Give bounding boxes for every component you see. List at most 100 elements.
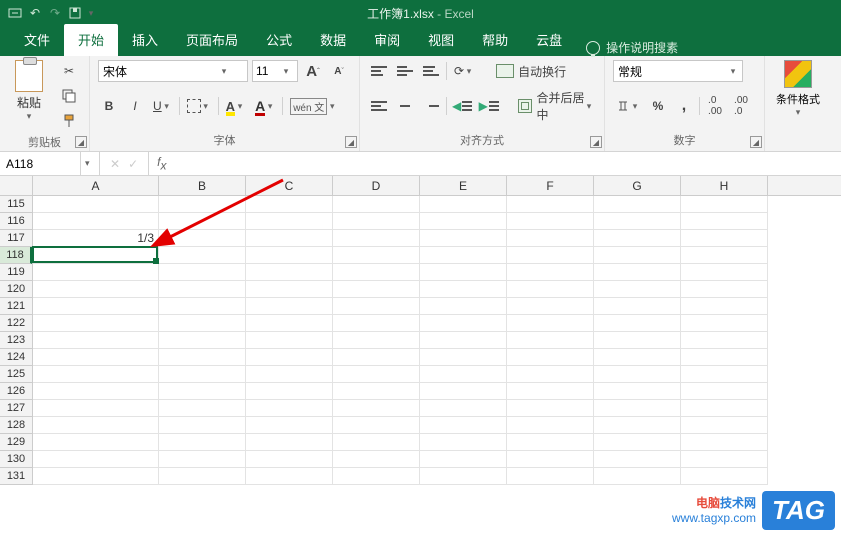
cell[interactable] <box>507 451 594 468</box>
cell[interactable] <box>333 417 420 434</box>
fill-color-button[interactable]: A▾ <box>223 95 248 117</box>
row-header[interactable]: 118 <box>0 247 32 264</box>
merge-center-button[interactable]: 合并后居中▾ <box>515 95 596 117</box>
save-icon[interactable] <box>66 4 84 22</box>
cell[interactable] <box>246 196 333 213</box>
cell[interactable] <box>159 281 246 298</box>
col-header-C[interactable]: C <box>246 176 333 195</box>
formula-input[interactable] <box>174 152 841 175</box>
decrease-indent-button[interactable]: ◀ <box>451 95 474 117</box>
percent-button[interactable]: % <box>647 95 669 117</box>
cell[interactable] <box>420 264 507 281</box>
cell[interactable] <box>333 298 420 315</box>
cell[interactable] <box>507 230 594 247</box>
grow-font-button[interactable]: Aˆ <box>302 60 324 82</box>
format-painter-button[interactable] <box>58 110 80 132</box>
cell[interactable] <box>246 468 333 485</box>
col-header-D[interactable]: D <box>333 176 420 195</box>
cell[interactable] <box>33 349 159 366</box>
cell[interactable] <box>420 281 507 298</box>
tab-page-layout[interactable]: 页面布局 <box>172 24 252 56</box>
cell[interactable] <box>159 383 246 400</box>
cell[interactable] <box>420 213 507 230</box>
cell[interactable] <box>159 332 246 349</box>
bold-button[interactable]: B <box>98 95 120 117</box>
cell[interactable] <box>333 434 420 451</box>
dialog-launcher-icon[interactable]: ◢ <box>345 136 357 148</box>
cell[interactable] <box>507 417 594 434</box>
chevron-down-icon[interactable]: ▾ <box>281 66 291 77</box>
cell[interactable] <box>681 468 768 485</box>
cell[interactable] <box>594 366 681 383</box>
cell[interactable] <box>246 315 333 332</box>
cell[interactable] <box>159 315 246 332</box>
cell[interactable] <box>594 213 681 230</box>
row-header[interactable]: 123 <box>0 332 32 349</box>
cell[interactable] <box>33 264 159 281</box>
fx-icon[interactable]: fx <box>149 155 174 172</box>
borders-button[interactable]: ▾ <box>184 95 214 117</box>
cell[interactable] <box>33 434 159 451</box>
cell[interactable] <box>594 315 681 332</box>
cell[interactable] <box>33 366 159 383</box>
align-left-button[interactable] <box>368 95 390 117</box>
cell[interactable] <box>594 417 681 434</box>
cell[interactable] <box>159 264 246 281</box>
cell[interactable] <box>246 417 333 434</box>
cell[interactable] <box>159 230 246 247</box>
cell[interactable] <box>594 400 681 417</box>
cell[interactable] <box>246 298 333 315</box>
cell[interactable] <box>420 417 507 434</box>
font-color-button[interactable]: A▾ <box>252 95 278 117</box>
cell[interactable] <box>33 332 159 349</box>
cell[interactable] <box>246 247 333 264</box>
cell[interactable] <box>594 247 681 264</box>
cell[interactable] <box>159 366 246 383</box>
cell[interactable] <box>507 298 594 315</box>
cell[interactable] <box>159 468 246 485</box>
row-header[interactable]: 125 <box>0 366 32 383</box>
col-header-A[interactable]: A <box>33 176 159 195</box>
cell[interactable] <box>333 468 420 485</box>
cell[interactable] <box>594 468 681 485</box>
underline-button[interactable]: U▾ <box>150 95 175 117</box>
tab-data[interactable]: 数据 <box>306 24 360 56</box>
align-bottom-button[interactable] <box>420 60 442 82</box>
tab-view[interactable]: 视图 <box>414 24 468 56</box>
cell[interactable] <box>420 383 507 400</box>
row-header[interactable]: 131 <box>0 468 32 485</box>
cell[interactable] <box>159 417 246 434</box>
cell[interactable] <box>681 400 768 417</box>
cell[interactable] <box>681 349 768 366</box>
tab-help[interactable]: 帮助 <box>468 24 522 56</box>
cell[interactable] <box>333 281 420 298</box>
cell[interactable] <box>507 468 594 485</box>
cell[interactable] <box>33 247 159 264</box>
cell[interactable] <box>681 230 768 247</box>
cell[interactable] <box>507 383 594 400</box>
cell[interactable] <box>33 315 159 332</box>
cut-button[interactable]: ✂ <box>58 60 80 82</box>
tab-formulas[interactable]: 公式 <box>252 24 306 56</box>
cell[interactable] <box>681 264 768 281</box>
cell[interactable] <box>420 434 507 451</box>
cell[interactable] <box>594 332 681 349</box>
cell[interactable] <box>420 298 507 315</box>
cell[interactable] <box>33 417 159 434</box>
tab-insert[interactable]: 插入 <box>118 24 172 56</box>
ribbon-display-icon[interactable] <box>6 4 24 22</box>
dialog-launcher-icon[interactable]: ◢ <box>750 136 762 148</box>
font-name-select[interactable]: ▾ <box>98 60 248 82</box>
cell[interactable] <box>681 315 768 332</box>
cell[interactable] <box>681 332 768 349</box>
chevron-down-icon[interactable]: ▾ <box>24 111 34 122</box>
row-header[interactable]: 115 <box>0 196 32 213</box>
align-right-button[interactable] <box>420 95 442 117</box>
cell[interactable] <box>507 434 594 451</box>
cell[interactable] <box>159 298 246 315</box>
cell[interactable] <box>246 383 333 400</box>
cell[interactable] <box>420 247 507 264</box>
chevron-down-icon[interactable]: ▾ <box>80 152 90 175</box>
row-header[interactable]: 128 <box>0 417 32 434</box>
cell[interactable] <box>246 451 333 468</box>
